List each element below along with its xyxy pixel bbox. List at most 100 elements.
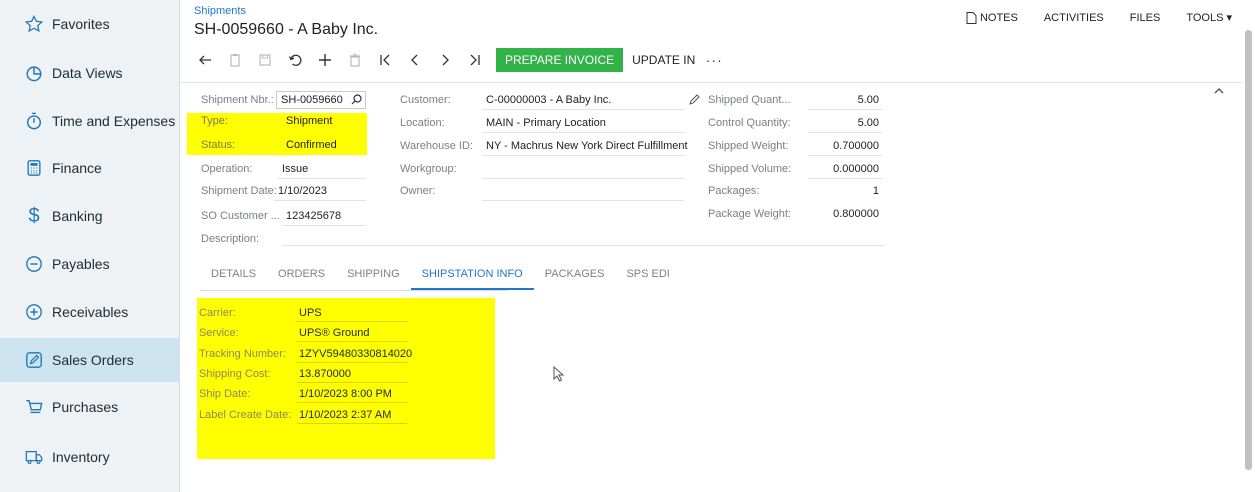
mouse-pointer-icon	[553, 366, 565, 382]
type-value[interactable]: Shipment	[282, 113, 366, 131]
tools-menu[interactable]: TOOLS ▾	[1186, 11, 1232, 24]
sidebar-item-purchases[interactable]: Purchases	[0, 385, 180, 429]
carrier-label: Carrier:	[199, 307, 236, 319]
shipment-date-value[interactable]: 1/10/2023	[274, 183, 366, 201]
next-record-icon[interactable]	[432, 48, 458, 72]
description-value[interactable]	[282, 228, 884, 246]
last-record-icon[interactable]	[462, 48, 488, 72]
sidebar-item-label: Time and Expenses	[52, 113, 176, 129]
notes-label: NOTES	[979, 11, 1018, 24]
tracking-number-value[interactable]: 1ZYV59480330814020	[299, 348, 412, 360]
first-record-icon[interactable]	[372, 48, 398, 72]
vertical-scrollbar[interactable]	[1242, 0, 1255, 492]
sidebar-item-finance[interactable]: Finance	[0, 146, 180, 190]
sidebar-item-label: Finance	[52, 160, 102, 176]
ship-date-value[interactable]: 1/10/2023 8:00 PM	[299, 388, 392, 400]
sidebar-item-favorites[interactable]: Favorites	[0, 2, 180, 46]
shipment-date-label: Shipment Date:	[201, 185, 277, 197]
files-link[interactable]: FILES	[1130, 11, 1161, 24]
more-actions-button[interactable]: ···	[701, 48, 727, 72]
clipboard-icon[interactable]	[222, 48, 248, 72]
shipped-volume-value: 0.000000	[808, 161, 883, 179]
minus-circle-icon	[25, 255, 43, 273]
shipped-weight-label: Shipped Weight:	[708, 140, 789, 152]
back-arrow-icon[interactable]	[192, 48, 218, 72]
notes-link[interactable]: NOTES	[966, 11, 1018, 24]
shipped-quantity-value: 5.00	[808, 92, 883, 110]
stopwatch-icon	[25, 112, 43, 130]
tab-orders[interactable]: ORDERS	[267, 263, 336, 290]
delete-icon[interactable]	[342, 48, 368, 72]
previous-record-icon[interactable]	[402, 48, 428, 72]
control-quantity-value[interactable]: 5.00	[808, 115, 883, 133]
sidebar-item-label: Receivables	[52, 304, 129, 320]
sidebar-item-payables[interactable]: Payables	[0, 242, 180, 286]
divider	[297, 362, 407, 363]
carrier-value[interactable]: UPS	[299, 307, 322, 319]
packages-label: Packages:	[708, 185, 760, 197]
pencil-square-icon	[25, 351, 43, 369]
tab-packages[interactable]: PACKAGES	[534, 263, 616, 290]
sidebar-item-sales-orders[interactable]: Sales Orders	[0, 338, 180, 382]
sidebar-item-receivables[interactable]: Receivables	[0, 290, 180, 334]
shipped-weight-value: 0.700000	[808, 138, 883, 156]
divider	[297, 382, 407, 383]
shipping-cost-value[interactable]: 13.870000	[299, 368, 351, 380]
sidebar-item-label: Data Views	[52, 65, 123, 81]
status-value[interactable]: Confirmed	[282, 137, 366, 155]
tab-sps-edi[interactable]: SPS EDI	[615, 263, 680, 290]
tab-shipping[interactable]: SHIPPING	[336, 263, 411, 290]
control-quantity-label: Control Quantity:	[708, 117, 791, 129]
shipping-cost-label: Shipping Cost:	[199, 368, 271, 380]
add-icon[interactable]	[312, 48, 338, 72]
operation-value[interactable]: Issue	[278, 161, 366, 179]
divider	[297, 341, 407, 342]
customer-value[interactable]: C-00000003 - A Baby Inc.	[482, 92, 684, 110]
save-icon[interactable]	[252, 48, 278, 72]
label-create-date-value[interactable]: 1/10/2023 2:37 AM	[299, 409, 391, 421]
star-icon	[25, 15, 43, 33]
tab-details[interactable]: DETAILS	[200, 263, 267, 290]
scrollbar-thumb[interactable]	[1245, 30, 1252, 470]
operation-label: Operation:	[201, 163, 253, 175]
tracking-number-label: Tracking Number:	[199, 348, 287, 360]
update-in-button[interactable]: UPDATE IN	[632, 48, 695, 72]
ship-date-label: Ship Date:	[199, 388, 251, 400]
document-icon	[966, 11, 977, 24]
customer-label: Customer:	[400, 94, 451, 106]
search-icon[interactable]	[351, 94, 362, 105]
sidebar-item-data-views[interactable]: Data Views	[0, 51, 180, 95]
shipment-nbr-label: Shipment Nbr.:	[201, 94, 274, 106]
sidebar-item-inventory[interactable]: Inventory	[0, 435, 180, 479]
sidebar-item-label: Favorites	[52, 16, 110, 32]
type-label: Type:	[201, 115, 228, 127]
shipped-volume-label: Shipped Volume:	[708, 163, 792, 175]
tab-shipstation-info[interactable]: SHIPSTATION INFO	[410, 263, 534, 290]
prepare-invoice-button[interactable]: PREPARE INVOICE	[496, 48, 624, 72]
shipstation-info-panel: Carrier: UPS Service: UPS® Ground Tracki…	[197, 298, 495, 459]
dollar-icon: $	[28, 204, 40, 227]
owner-value[interactable]	[482, 183, 684, 201]
shipped-quantity-label: Shipped Quant...	[708, 94, 791, 106]
so-customer-value[interactable]: 123425678	[282, 208, 366, 226]
chevron-up-icon[interactable]	[1213, 85, 1225, 97]
location-value[interactable]: MAIN - Primary Location	[482, 115, 684, 133]
location-label: Location:	[400, 117, 445, 129]
page-title: SH-0059660 - A Baby Inc.	[194, 21, 379, 38]
activities-link[interactable]: ACTIVITIES	[1044, 11, 1104, 24]
service-value[interactable]: UPS® Ground	[299, 327, 369, 339]
cart-icon	[25, 398, 43, 416]
pencil-icon[interactable]	[689, 94, 700, 105]
workgroup-value[interactable]	[482, 161, 684, 179]
divider	[297, 402, 407, 403]
sidebar-item-time-and-expenses[interactable]: Time and Expenses	[0, 99, 180, 143]
package-weight-label: Package Weight:	[708, 208, 791, 220]
warehouse-value[interactable]: NY - Machrus New York Direct Fulfillment	[482, 138, 688, 156]
divider	[297, 423, 407, 424]
sidebar-item-banking[interactable]: $ Banking	[0, 194, 180, 238]
toolbar: PREPARE INVOICE UPDATE IN ···	[192, 47, 731, 73]
shipment-form: Shipment Nbr.: SH-0059660 Type: Shipment…	[180, 82, 1242, 492]
breadcrumb[interactable]: Shipments	[194, 5, 246, 17]
shipment-nbr-input[interactable]: SH-0059660	[276, 91, 366, 109]
undo-icon[interactable]	[282, 48, 308, 72]
